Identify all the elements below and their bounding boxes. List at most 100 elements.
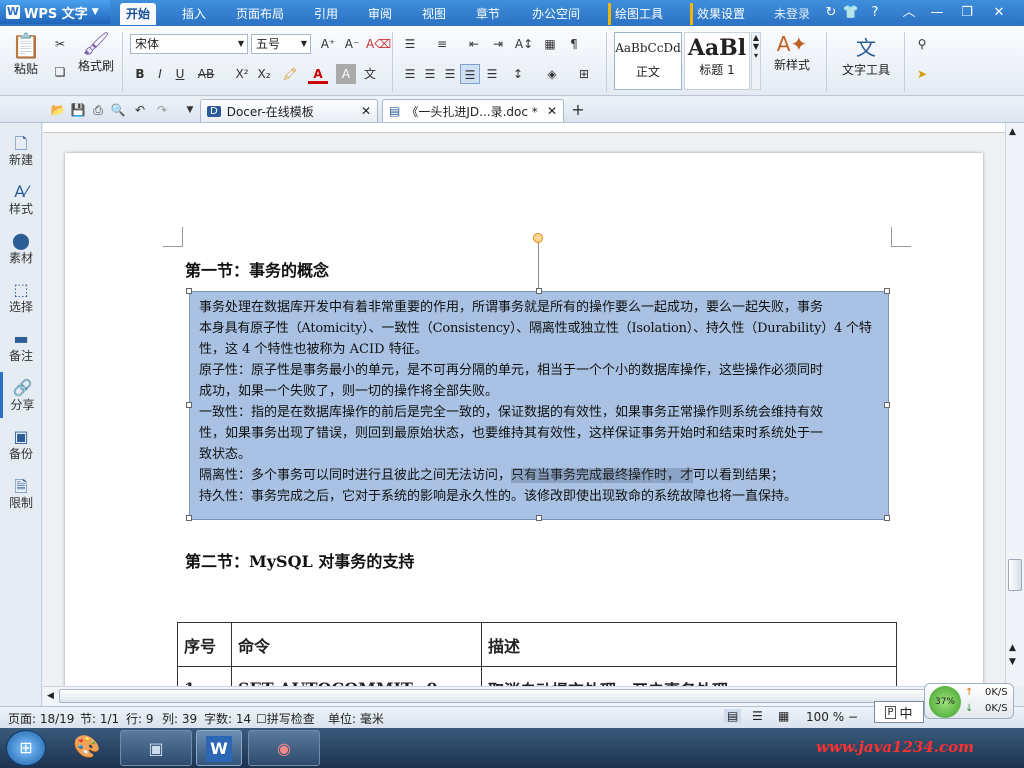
shading-icon[interactable]: ◈ [542,64,562,84]
tab-effect-settings[interactable]: 效果设置 [690,3,751,25]
table-header-cell[interactable]: 命令 [231,622,482,667]
show-marks-icon[interactable]: ¶ [564,34,584,54]
print-icon[interactable]: ⎙ [88,100,108,120]
section2-heading[interactable]: 第二节：MySQL 对事务的支持 [185,548,414,572]
table-header-cell[interactable]: 序号 [177,622,232,667]
sidebar-item-restrict[interactable]: 🗎 限制 [0,470,42,516]
bold-button[interactable]: B [130,64,150,84]
align-left-icon[interactable]: ☰ [400,64,420,84]
ime-indicator[interactable]: P 中 [874,701,924,723]
table-cell[interactable]: SET AUTOCOMMIT=0 [231,666,482,686]
align-center-icon[interactable]: ☰ [420,64,440,84]
clear-format-icon[interactable]: A⌫ [366,34,391,54]
style-gallery-scroll[interactable]: ▲ ▼ ▾ [751,32,761,90]
scroll-thumb[interactable] [1008,559,1022,591]
undo-icon[interactable]: ↶ [130,100,150,120]
print-preview-icon[interactable]: 🔍 [108,100,128,120]
tab-page-layout[interactable]: 页面布局 [230,3,290,25]
document-canvas[interactable]: 第一节：事务的概念 事务处理在数据库开发中有着非常重要的作用，所谓事务就是所有的… [43,123,1005,686]
resize-handle[interactable] [884,402,890,408]
bullet-list-icon[interactable]: ☰ [400,34,420,54]
strikethrough-button[interactable]: AB [196,64,216,84]
resize-handle[interactable] [536,515,542,521]
sidebar-item-styles[interactable]: A⁄ 样式 [0,176,42,222]
tab-docer-online-templates[interactable]: D Docer-在线模板 ✕ [200,99,378,122]
table-header-cell[interactable]: 描述 [481,622,897,667]
customize-quick-access-icon[interactable]: ▼ [180,100,200,120]
save-icon[interactable]: 💾 [68,100,88,120]
tab-active-document[interactable]: ▤ 《一头扎进JD...录.doc * ✕ [382,99,564,122]
outline-view-icon[interactable]: ☰ [752,709,763,723]
status-word-count[interactable]: 字数: 14 [204,710,251,727]
highlight-icon[interactable]: 🖍 [280,64,300,84]
style-heading1[interactable]: AaBl 标题 1 [684,32,750,90]
cut-icon[interactable]: ✂ [50,34,70,54]
tab-chapter[interactable]: 章节 [470,3,506,25]
minimize-icon[interactable]: — [928,4,946,22]
phonetic-icon[interactable]: 文 [360,64,380,84]
web-view-icon[interactable]: ▦ [778,709,789,723]
page-view-icon[interactable]: ▤ [724,709,742,723]
justify-icon[interactable]: ☰ [460,64,480,84]
italic-button[interactable]: I [150,64,170,84]
new-tab-plus-icon[interactable]: + [568,100,588,120]
commands-table[interactable]: 序号 命令 描述 1 SET AUTOCOMMIT=0 取消自动提交处理，开启事… [177,622,897,686]
open-folder-icon[interactable]: 📂 [48,100,68,120]
vertical-scrollbar[interactable]: ▲ ▲ ▼ [1005,123,1024,686]
text-tools-button[interactable]: 文 文字工具 [834,32,898,78]
scroll-left-icon[interactable]: ◀ [47,691,54,701]
border-icon[interactable]: ⊞ [574,64,594,84]
horizontal-scrollbar[interactable]: ◀ ▶ [43,686,1005,706]
sidebar-item-materials[interactable]: ⬤ 素材 [0,225,42,271]
superscript-button[interactable]: X² [232,64,252,84]
restore-icon[interactable]: ❐ [958,4,976,22]
tab-office-space[interactable]: 办公空间 [526,3,586,25]
document-page[interactable]: 第一节：事务的概念 事务处理在数据库开发中有着非常重要的作用，所谓事务就是所有的… [65,153,983,686]
close-icon[interactable]: ✕ [547,104,557,118]
sidebar-item-share[interactable]: 🔗 分享 [0,372,42,418]
collapse-ribbon-icon[interactable]: ︿ [900,4,918,22]
resize-handle[interactable] [186,402,192,408]
zoom-level[interactable]: 100 % [806,710,844,724]
network-monitor-widget[interactable]: 37% ↑ 0K/S ↓ 0K/S [924,683,1014,719]
scroll-up-icon[interactable]: ▲ [1009,643,1016,653]
sidebar-item-notes[interactable]: ▬ 备注 [0,323,42,369]
shrink-font-icon[interactable]: A⁻ [342,34,362,54]
font-size-select[interactable]: 五号 ▼ [251,34,311,54]
spell-check-toggle[interactable]: ☐拼写检查 [256,710,315,727]
resize-handle[interactable] [884,515,890,521]
start-button[interactable]: ⊞ [6,730,46,766]
style-normal[interactable]: AaBbCcDd 正文 [614,32,682,90]
sidebar-item-new[interactable]: 🗋 新建 [0,127,42,173]
new-style-button[interactable]: A✦ 新样式 [766,32,818,73]
tab-references[interactable]: 引用 [308,3,344,25]
table-cell[interactable]: 1 [177,666,232,686]
taskbar-app-recorder[interactable]: ◉ [248,730,320,766]
rotate-handle[interactable] [533,233,543,243]
close-icon[interactable]: ✕ [990,4,1008,22]
char-shading-icon[interactable]: A [336,64,356,84]
format-painter-button[interactable]: 🖌 格式刷 [76,32,116,74]
status-unit[interactable]: 单位: 毫米 [328,710,384,727]
wps-menu-button[interactable]: W WPS 文字 ▼ [0,0,110,24]
section1-heading[interactable]: 第一节：事务的概念 [185,257,329,281]
scroll-up-icon[interactable]: ▲ [1009,127,1016,137]
font-name-select[interactable]: 宋体 ▼ [130,34,248,54]
table-cell[interactable]: 取消自动提交处理，开启事务处理 [481,666,897,686]
refresh-icon[interactable]: ↻ [822,4,840,22]
line-spacing-icon[interactable]: ↕ [508,64,528,84]
resize-handle[interactable] [186,515,192,521]
select-cursor-icon[interactable]: ➤ [912,64,932,84]
copy-icon[interactable]: ❏ [50,62,70,82]
scroll-down-icon[interactable]: ▼ [1009,657,1016,667]
paste-button[interactable]: 📋 粘贴 [8,32,44,77]
underline-button[interactable]: U [170,64,190,84]
resize-handle[interactable] [536,288,542,294]
table-icon[interactable]: ▦ [540,34,560,54]
tab-review[interactable]: 审阅 [362,3,398,25]
redo-icon[interactable]: ↷ [152,100,172,120]
grow-font-icon[interactable]: A⁺ [318,34,338,54]
sidebar-item-backup[interactable]: ▣ 备份 [0,421,42,467]
taskbar-app-color-icon[interactable]: 🎨 [66,731,108,765]
selected-text-box[interactable]: 事务处理在数据库开发中有着非常重要的作用，所谓事务就是所有的操作要么一起成功，要… [186,288,890,521]
